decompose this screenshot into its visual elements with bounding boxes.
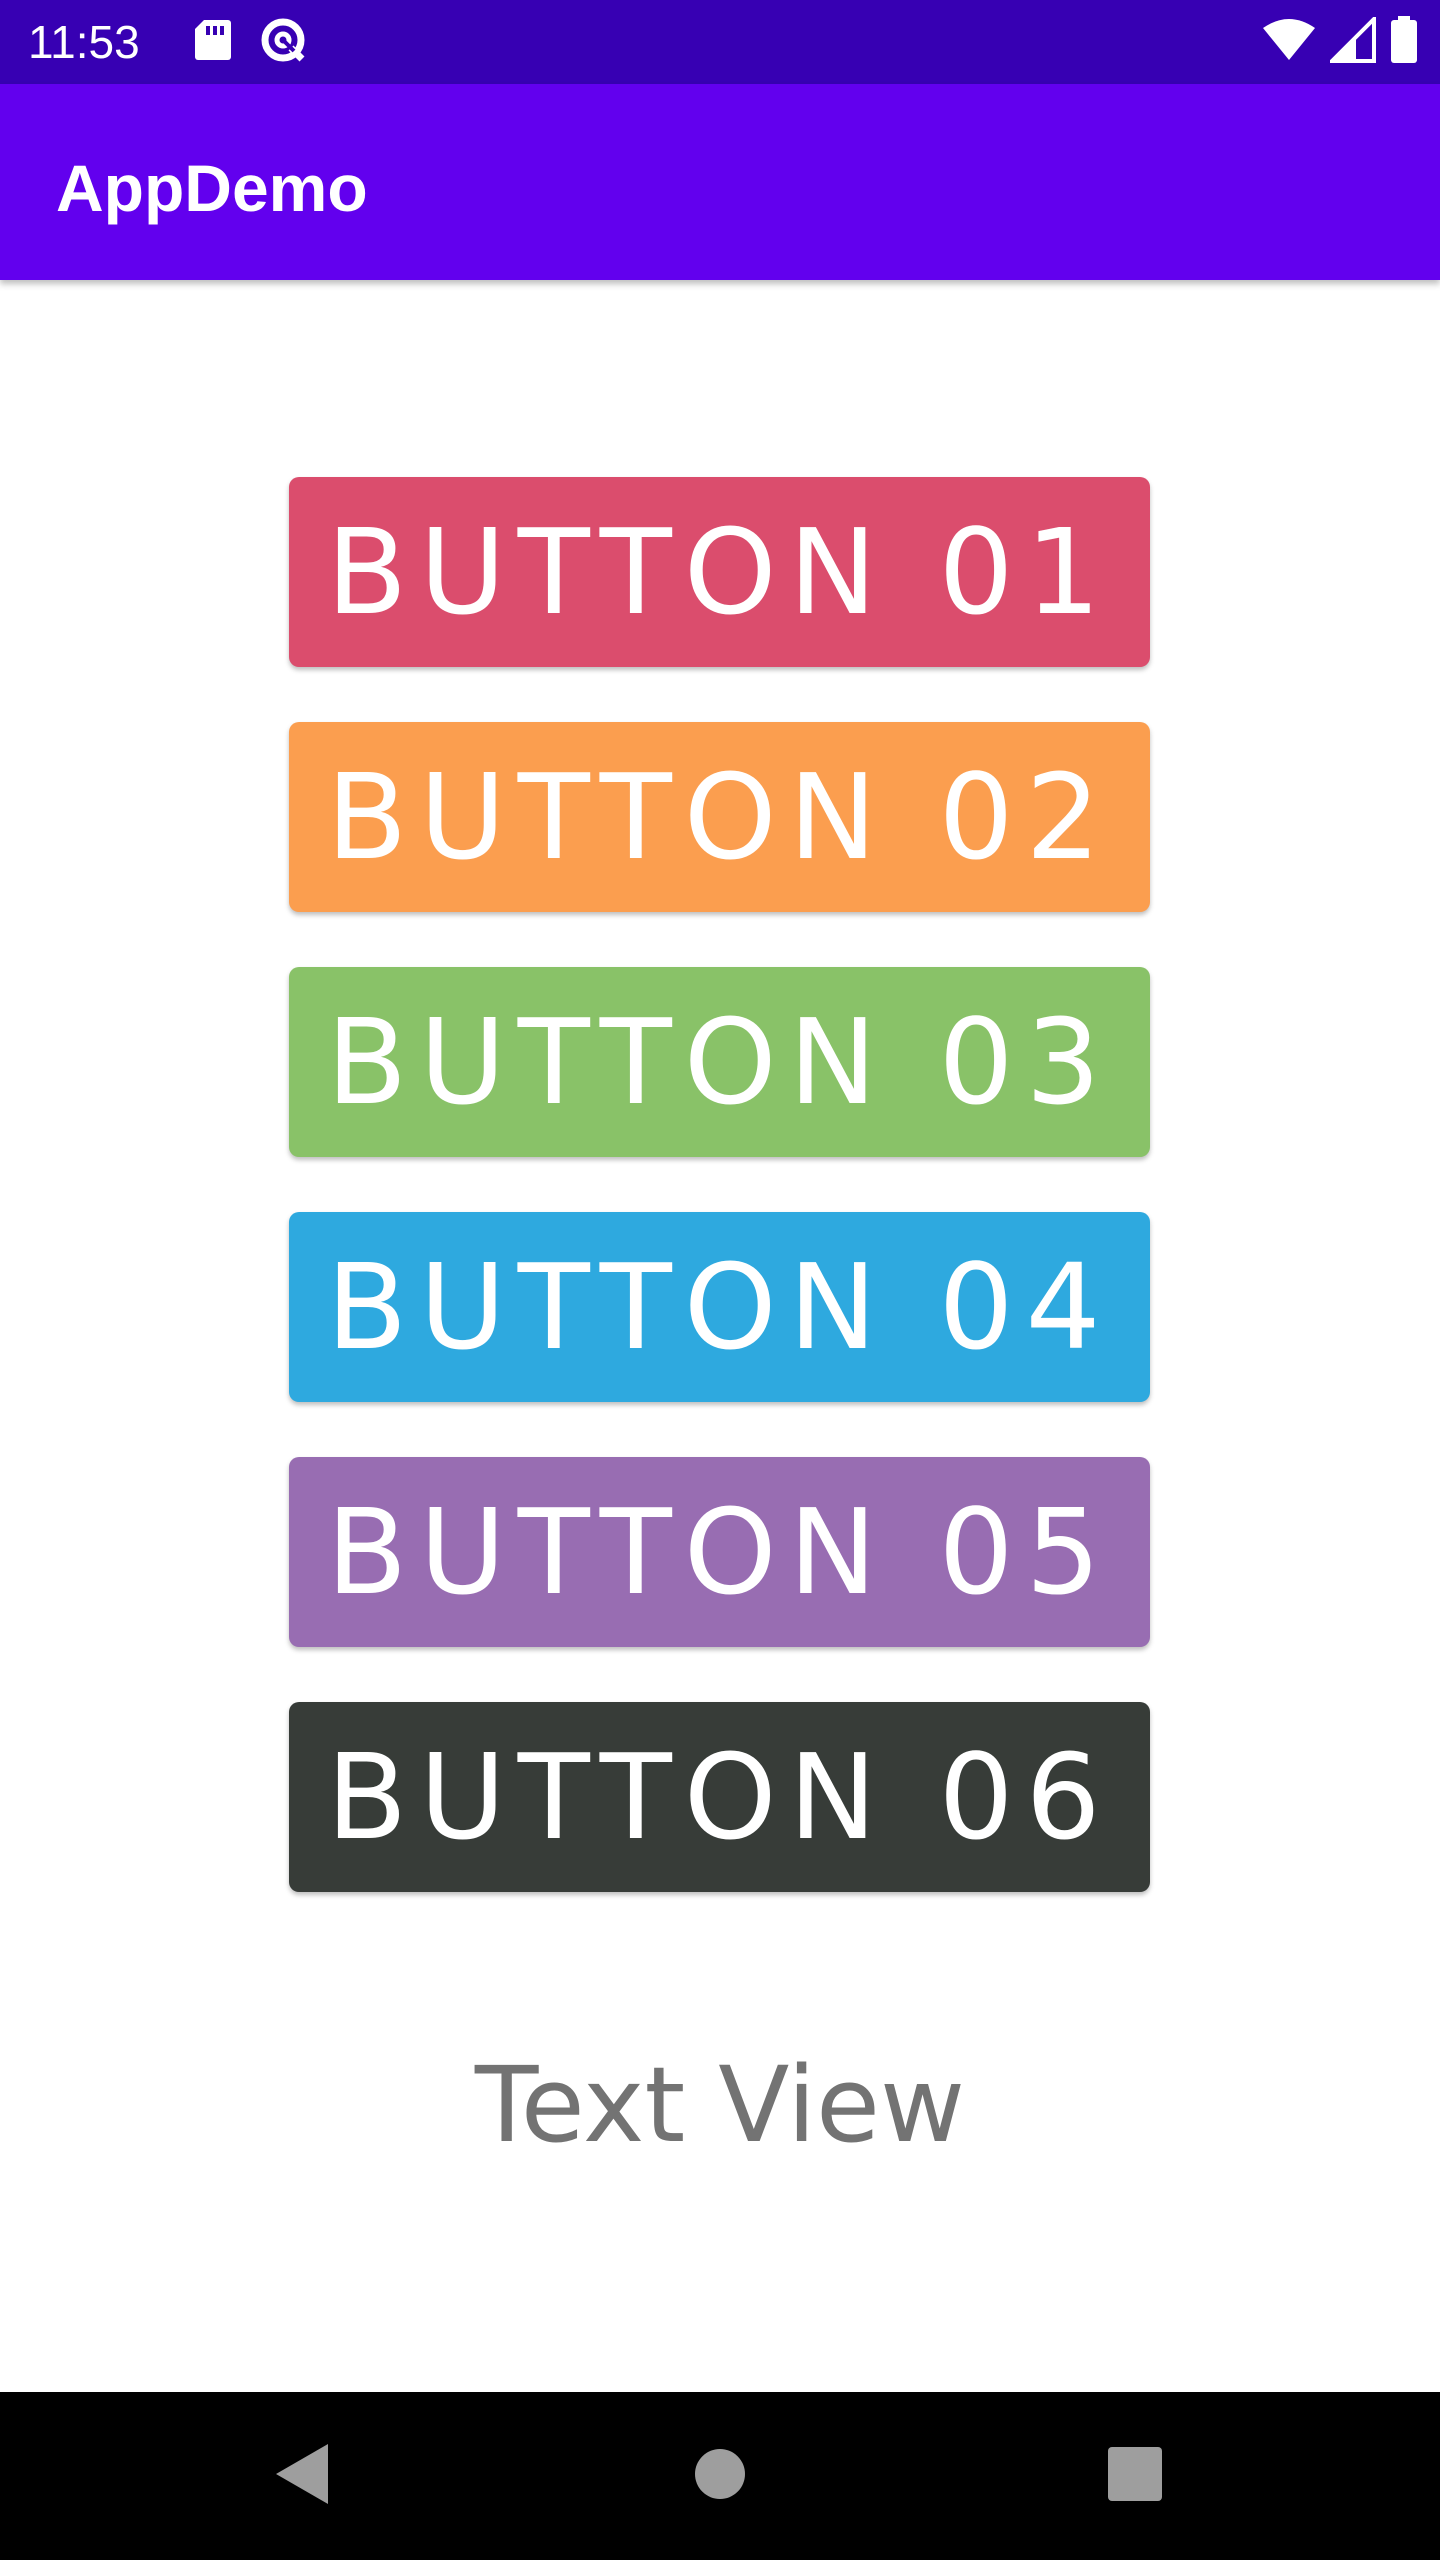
recents-button[interactable] bbox=[1015, 2392, 1255, 2560]
button-05[interactable]: BUTTON 05 bbox=[289, 1457, 1150, 1647]
button-04[interactable]: BUTTON 04 bbox=[289, 1212, 1150, 1402]
back-button[interactable] bbox=[182, 2392, 422, 2560]
home-icon bbox=[694, 2448, 746, 2505]
status-time: 11:53 bbox=[28, 16, 140, 68]
status-bar: 11:53 bbox=[0, 0, 1440, 84]
status-left-icons bbox=[194, 18, 308, 66]
wifi-icon bbox=[1262, 18, 1316, 67]
home-button[interactable] bbox=[600, 2392, 840, 2560]
app-bar: AppDemo bbox=[0, 84, 1440, 280]
status-right-icons bbox=[1262, 13, 1418, 69]
battery-icon bbox=[1390, 15, 1418, 69]
sd-card-icon bbox=[194, 18, 232, 67]
back-icon bbox=[272, 2442, 332, 2511]
app-screen: 11:53 AppDemo BUTTON 01 BUTTON 02 BUTTON… bbox=[0, 0, 1440, 2560]
button-06[interactable]: BUTTON 06 bbox=[289, 1702, 1150, 1892]
button-01[interactable]: BUTTON 01 bbox=[289, 477, 1150, 667]
recents-icon bbox=[1108, 2446, 1162, 2506]
app-title: AppDemo bbox=[56, 151, 368, 225]
button-02[interactable]: BUTTON 02 bbox=[289, 722, 1150, 912]
navigation-bar bbox=[0, 2392, 1440, 2560]
data-saver-icon bbox=[258, 15, 308, 70]
button-03[interactable]: BUTTON 03 bbox=[289, 967, 1150, 1157]
cellular-signal-icon bbox=[1327, 13, 1376, 68]
text-view: Text View bbox=[474, 2044, 966, 2166]
